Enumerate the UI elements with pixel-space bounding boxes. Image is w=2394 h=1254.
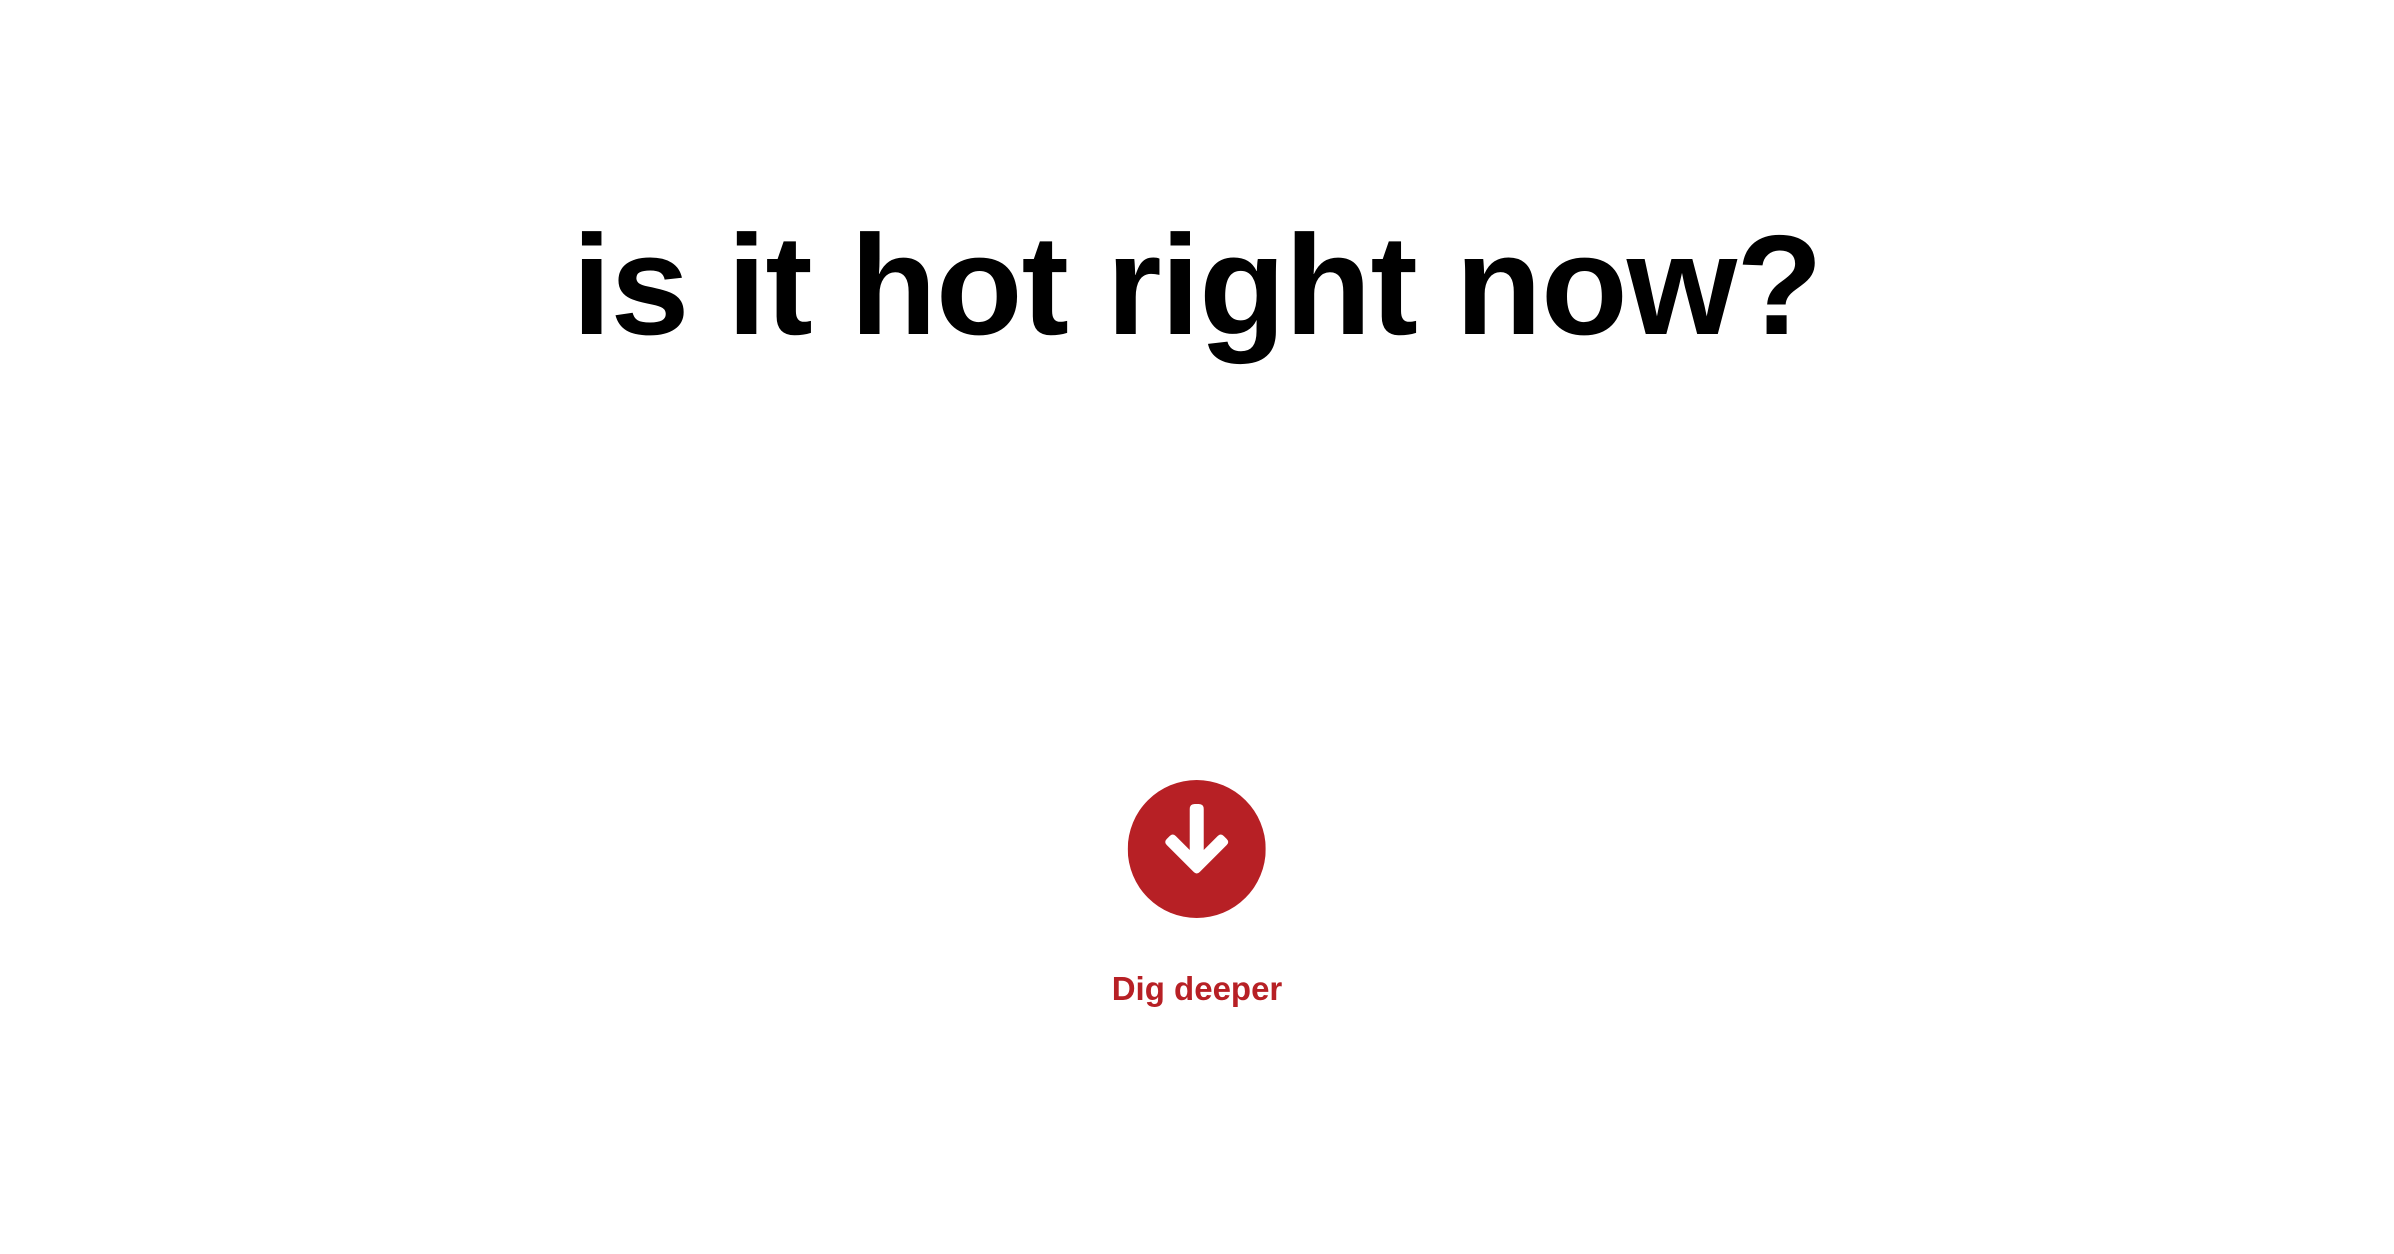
headline-question: is it hot right now?	[572, 206, 1823, 365]
dig-deeper-label[interactable]: Dig deeper	[1112, 969, 1283, 1009]
page: is it hot right now? Dig deeper	[0, 0, 2394, 1254]
dig-deeper-link[interactable]: Dig deeper	[1112, 780, 1283, 1009]
arrow-down-circle-icon[interactable]	[1127, 780, 1266, 918]
